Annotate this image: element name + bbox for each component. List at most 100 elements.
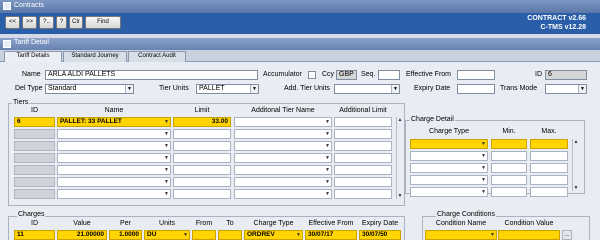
tier-id-cell: [14, 141, 55, 151]
charge-detail-min-cell[interactable]: [491, 151, 527, 161]
tier-limit-cell[interactable]: [173, 153, 231, 163]
tier-name-cell[interactable]: ▼: [57, 165, 171, 175]
chevron-down-icon: ▼: [164, 155, 169, 161]
charge-detail-max-cell[interactable]: [530, 139, 568, 149]
chevron-down-icon: ▼: [481, 177, 486, 183]
charge-detail-min-cell[interactable]: [491, 175, 527, 185]
chevron-down-icon: ▼: [325, 167, 330, 173]
tier-additional-limit-cell[interactable]: [334, 177, 392, 187]
tier-limit-cell[interactable]: [173, 165, 231, 175]
charge-type-cell[interactable]: ORDREV ▼: [244, 230, 303, 240]
tier-additional-limit-cell[interactable]: [334, 165, 392, 175]
tier-limit-cell[interactable]: 33.00: [173, 117, 231, 127]
tier-additional-name-cell[interactable]: ▼: [234, 117, 332, 127]
charge-detail-max-cell[interactable]: [530, 151, 568, 161]
charge-detail-min-cell[interactable]: [491, 163, 527, 173]
tier-additional-limit-cell[interactable]: [334, 189, 392, 199]
conditions-header-value: Condition Value: [504, 220, 554, 227]
condition-lookup-button[interactable]: ...: [562, 230, 572, 240]
tier-name-cell[interactable]: ▼: [57, 141, 171, 151]
tiers-scrollbar[interactable]: ▲ ▼: [396, 117, 403, 199]
tier-units-select[interactable]: PALLET ▼: [196, 84, 259, 94]
trans-mode-select[interactable]: ▼: [545, 84, 587, 94]
tier-additional-limit-cell[interactable]: [334, 153, 392, 163]
first-record-button[interactable]: <<: [5, 16, 20, 29]
scroll-up-icon[interactable]: ▲: [397, 117, 403, 123]
charge-value-cell[interactable]: 21.00000: [57, 230, 107, 240]
chevron-down-icon: ▼: [325, 119, 330, 125]
condition-lookup-button-text: ...: [564, 231, 570, 238]
tier-name-cell[interactable]: ▼: [57, 189, 171, 199]
tier-additional-limit-cell[interactable]: [334, 141, 392, 151]
effective-from-field[interactable]: [457, 70, 495, 80]
clear-button[interactable]: Clr: [69, 16, 83, 29]
seq-field[interactable]: [378, 70, 400, 80]
tier-additional-name-cell[interactable]: ▼: [234, 165, 332, 175]
charge-effective-from-cell[interactable]: 30/07/17: [305, 230, 357, 240]
del-type-select[interactable]: Standard ▼: [45, 84, 134, 94]
trans-mode-label: Trans Mode: [500, 85, 538, 92]
chevron-down-icon: ▼: [481, 141, 486, 147]
charge-detail-max-cell[interactable]: [530, 163, 568, 173]
help-button[interactable]: ?..: [39, 16, 54, 29]
tab-contract-audit[interactable]: Contract Audit: [128, 51, 186, 62]
charge-detail-max-cell[interactable]: [530, 175, 568, 185]
charge-detail-max-cell[interactable]: [530, 187, 568, 197]
tier-additional-name-cell[interactable]: ▼: [234, 141, 332, 151]
charge-detail-type-cell[interactable]: ▼: [410, 151, 488, 161]
charge-detail-min-cell[interactable]: [491, 187, 527, 197]
scroll-down-icon[interactable]: ▼: [573, 185, 579, 191]
find-button[interactable]: Find: [85, 16, 121, 29]
tiers-header-additional-limit: Additional Limit: [339, 107, 387, 114]
scroll-up-icon[interactable]: ▲: [573, 139, 579, 145]
tier-additional-limit-cell[interactable]: [334, 129, 392, 139]
tier-additional-name-cell[interactable]: ▼: [234, 153, 332, 163]
chevron-down-icon: ▼: [164, 119, 169, 125]
tier-additional-name-cell[interactable]: ▼: [234, 177, 332, 187]
tier-name-cell[interactable]: ▼: [57, 153, 171, 163]
charge-from-cell[interactable]: [192, 230, 216, 240]
charge-units-cell[interactable]: DU ▼: [144, 230, 190, 240]
tier-name-cell[interactable]: PALLET: 33 PALLET ▼: [57, 117, 171, 127]
charge-detail-type-cell[interactable]: ▼: [410, 175, 488, 185]
tier-name-cell[interactable]: ▼: [57, 129, 171, 139]
tier-id-cell: [14, 177, 55, 187]
charge-detail-scrollbar[interactable]: ▲ ▼: [572, 139, 579, 191]
charge-expiry-date-cell[interactable]: 30/07/50: [359, 230, 401, 240]
charge-per-cell-text: 1.0000: [119, 231, 139, 238]
tier-limit-cell[interactable]: [173, 141, 231, 151]
tier-name-cell[interactable]: ▼: [57, 177, 171, 187]
condition-name-cell[interactable]: ▼: [425, 230, 497, 240]
charge-detail-type-cell[interactable]: ▼: [410, 163, 488, 173]
scroll-down-icon[interactable]: ▼: [397, 193, 403, 199]
charge-per-cell[interactable]: 1.0000: [109, 230, 142, 240]
charges-header-effective-from: Effective From: [308, 220, 354, 227]
charge-detail-type-cell[interactable]: ▼: [410, 187, 488, 197]
window-icon: [3, 40, 11, 48]
tiers-header-id: ID: [31, 107, 38, 114]
accumulator-checkbox[interactable]: [308, 71, 316, 79]
tab-standard-journey[interactable]: Standard Journey: [63, 51, 127, 62]
charge-detail-type-cell[interactable]: ▼: [410, 139, 488, 149]
query-button[interactable]: ?: [56, 16, 67, 29]
tier-additional-name-cell[interactable]: ▼: [234, 129, 332, 139]
condition-value-cell[interactable]: [498, 230, 560, 240]
name-field[interactable]: ARLA ALDI PALLETS: [45, 70, 258, 80]
contracts-window-title: Contracts: [14, 2, 44, 9]
tier-id-cell: 6: [14, 117, 55, 127]
next-record-button[interactable]: >>: [22, 16, 37, 29]
tier-limit-cell[interactable]: [173, 189, 231, 199]
charge-detail-min-cell[interactable]: [491, 139, 527, 149]
chevron-down-icon: ▼: [481, 165, 486, 171]
tier-limit-cell[interactable]: [173, 177, 231, 187]
expiry-date-field[interactable]: [457, 84, 495, 94]
add-tier-units-select[interactable]: ▼: [334, 84, 400, 94]
chevron-down-icon: ▼: [481, 189, 486, 195]
tier-additional-name-cell[interactable]: ▼: [234, 189, 332, 199]
tier-additional-limit-cell[interactable]: [334, 117, 392, 127]
charge-to-cell[interactable]: [218, 230, 242, 240]
chevron-down-icon: ▼: [183, 232, 188, 238]
tier-limit-cell[interactable]: [173, 129, 231, 139]
chevron-down-icon: ▼: [325, 179, 330, 185]
chevron-down-icon: ▼: [164, 179, 169, 185]
